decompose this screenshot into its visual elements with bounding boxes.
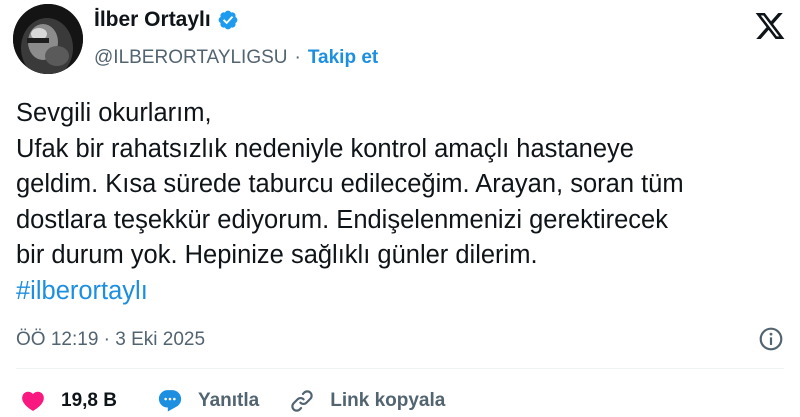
- tweet-line: dostlara teşekkür ediyorum. Endişelenmen…: [16, 205, 668, 234]
- like-button[interactable]: 19,8 B: [20, 388, 117, 414]
- tweet-line: bir durum yok. Hepinize sağlıklı günler …: [16, 241, 538, 269]
- copy-link-label: Link kopyala: [330, 390, 446, 411]
- copy-link-button[interactable]: Link kopyala: [289, 388, 445, 414]
- info-icon[interactable]: [758, 326, 784, 352]
- tweet-text: Sevgili okurlarım, Ufak bir rahatsızlık …: [16, 96, 786, 309]
- author-name-row: İlber Ortaylı: [94, 8, 239, 32]
- like-count: 19,8 B: [61, 390, 117, 411]
- heart-icon: [22, 391, 44, 411]
- verified-badge-icon: [218, 10, 238, 30]
- tweet-line: Sevgili okurlarım,: [16, 99, 212, 127]
- reply-label: Yanıtla: [197, 390, 260, 411]
- author-handle-row: @ILBERORTAYLIGSU · Takip et: [94, 47, 378, 69]
- tweet-line: Ufak bir rahatsızlık nedeniyle kontrol a…: [16, 134, 634, 163]
- tweet-line: geldim. Kısa sürede taburcu edileceğim. …: [16, 170, 684, 198]
- tweet-timestamp[interactable]: ÖÖ 12:19 · 3 Eki 2025: [16, 329, 205, 351]
- author-name[interactable]: İlber Ortaylı: [94, 8, 211, 32]
- divider: [16, 368, 784, 369]
- action-bar: 19,8 B Yanıtla Link kopyala: [20, 388, 445, 414]
- reply-button[interactable]: Yanıtla: [157, 388, 259, 414]
- x-logo-icon[interactable]: [754, 10, 786, 42]
- separator-dot: ·: [294, 47, 301, 68]
- follow-button[interactable]: Takip et: [308, 47, 378, 69]
- author-avatar[interactable]: [13, 4, 83, 74]
- link-icon: [291, 390, 313, 412]
- hashtag-link[interactable]: #ilberortaylı: [16, 274, 786, 310]
- reply-icon: [158, 390, 182, 412]
- author-handle[interactable]: @ILBERORTAYLIGSU: [94, 47, 288, 69]
- avatar-photo: [13, 4, 83, 74]
